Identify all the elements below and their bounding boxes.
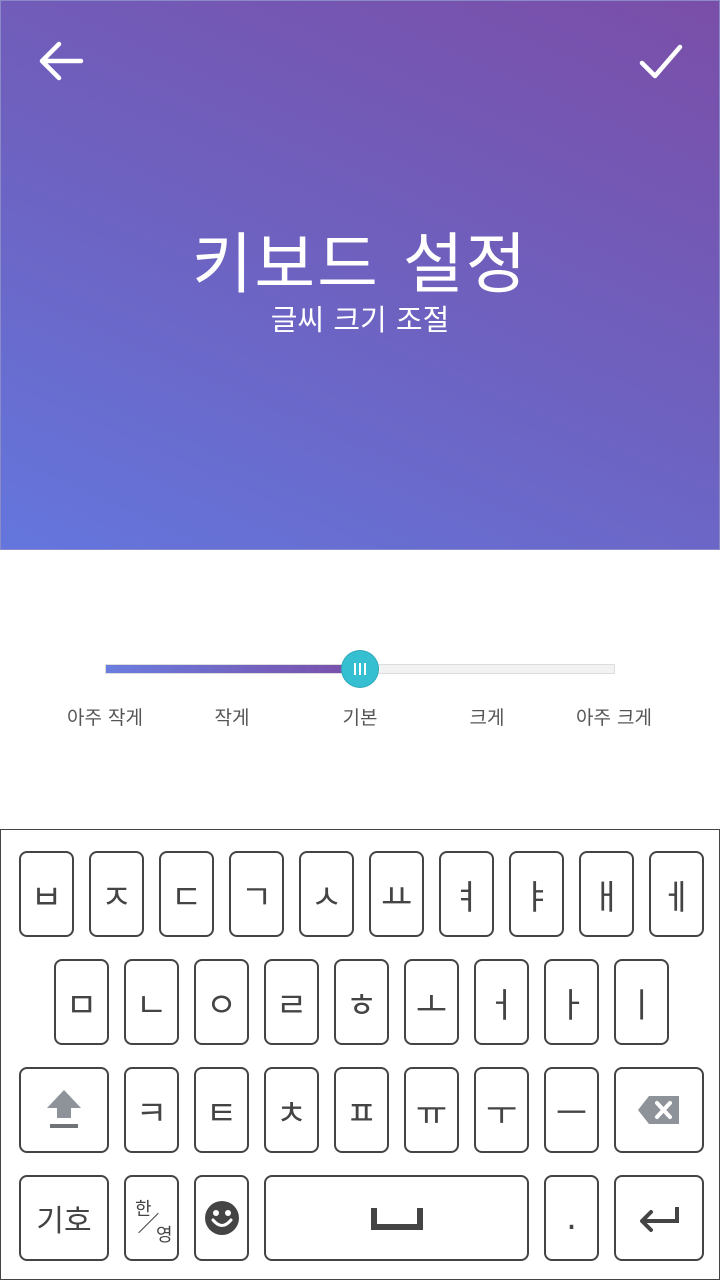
size-option-large[interactable]: 크게	[417, 703, 557, 730]
key-o[interactable]: ㅗ	[404, 959, 459, 1045]
key-nieun[interactable]: ㄴ	[124, 959, 179, 1045]
key-yu[interactable]: ㅠ	[404, 1067, 459, 1153]
language-toggle-key[interactable]: 한 영	[124, 1175, 179, 1261]
font-size-slider-fill	[106, 665, 360, 673]
key-ieung[interactable]: ㅇ	[194, 959, 249, 1045]
key-eu[interactable]: ㅡ	[544, 1067, 599, 1153]
size-option-default[interactable]: 기본	[290, 703, 430, 730]
backspace-icon	[638, 1096, 679, 1124]
header-banner: 키보드 설정 글씨 크기 조절	[0, 0, 720, 550]
confirm-button[interactable]	[629, 29, 693, 93]
key-i[interactable]: ㅣ	[614, 959, 669, 1045]
space-key[interactable]	[264, 1175, 529, 1261]
size-option-extra-small[interactable]: 아주 작게	[35, 703, 175, 730]
symbols-key[interactable]: 기호	[19, 1175, 109, 1261]
key-ae[interactable]: ㅐ	[579, 851, 634, 937]
keyboard-preview: ㅂ ㅈ ㄷ ㄱ ㅅ ㅛ ㅕ ㅑ ㅐ ㅔ ㅁ ㄴ ㅇ ㄹ ㅎ ㅗ ㅓ ㅏ ㅣ ㅋ …	[0, 829, 720, 1280]
key-rieul[interactable]: ㄹ	[264, 959, 319, 1045]
space-bar-icon	[370, 1208, 423, 1230]
arrow-left-icon	[39, 41, 84, 81]
key-bieup[interactable]: ㅂ	[19, 851, 74, 937]
key-eo[interactable]: ㅓ	[474, 959, 529, 1045]
size-option-small[interactable]: 작게	[162, 703, 302, 730]
back-button[interactable]	[29, 29, 93, 93]
emoji-key[interactable]	[194, 1175, 249, 1261]
check-icon	[639, 44, 683, 79]
page-title: 키보드 설정	[191, 226, 529, 303]
key-kieuk[interactable]: ㅋ	[124, 1067, 179, 1153]
key-giyeok[interactable]: ㄱ	[229, 851, 284, 937]
enter-icon	[640, 1207, 679, 1232]
period-key[interactable]: .	[544, 1175, 599, 1261]
shift-icon	[47, 1090, 81, 1128]
size-option-extra-large[interactable]: 아주 크게	[544, 703, 684, 730]
key-a[interactable]: ㅏ	[544, 959, 599, 1045]
key-jieut[interactable]: ㅈ	[89, 851, 144, 937]
key-e[interactable]: ㅔ	[649, 851, 704, 937]
key-tieut[interactable]: ㅌ	[194, 1067, 249, 1153]
key-yo[interactable]: ㅛ	[369, 851, 424, 937]
font-size-slider-thumb[interactable]	[342, 651, 378, 687]
key-ya[interactable]: ㅑ	[509, 851, 564, 937]
key-mieum[interactable]: ㅁ	[54, 959, 109, 1045]
smiley-icon	[204, 1201, 239, 1235]
grip-line	[364, 663, 366, 675]
key-siot[interactable]: ㅅ	[299, 851, 354, 937]
enter-key[interactable]	[614, 1175, 704, 1261]
grip-line	[354, 663, 356, 675]
backspace-key[interactable]	[614, 1067, 704, 1153]
grip-line	[359, 663, 361, 675]
key-chieut[interactable]: ㅊ	[264, 1067, 319, 1153]
key-digeut[interactable]: ㄷ	[159, 851, 214, 937]
key-pieup[interactable]: ㅍ	[334, 1067, 389, 1153]
lang-primary-label: 한	[135, 1199, 152, 1220]
key-hieut[interactable]: ㅎ	[334, 959, 389, 1045]
page-subtitle: 글씨 크기 조절	[270, 303, 450, 337]
key-yeo[interactable]: ㅕ	[439, 851, 494, 937]
lang-secondary-label: 영	[156, 1225, 173, 1246]
shift-key[interactable]	[19, 1067, 109, 1153]
key-u[interactable]: ㅜ	[474, 1067, 529, 1153]
